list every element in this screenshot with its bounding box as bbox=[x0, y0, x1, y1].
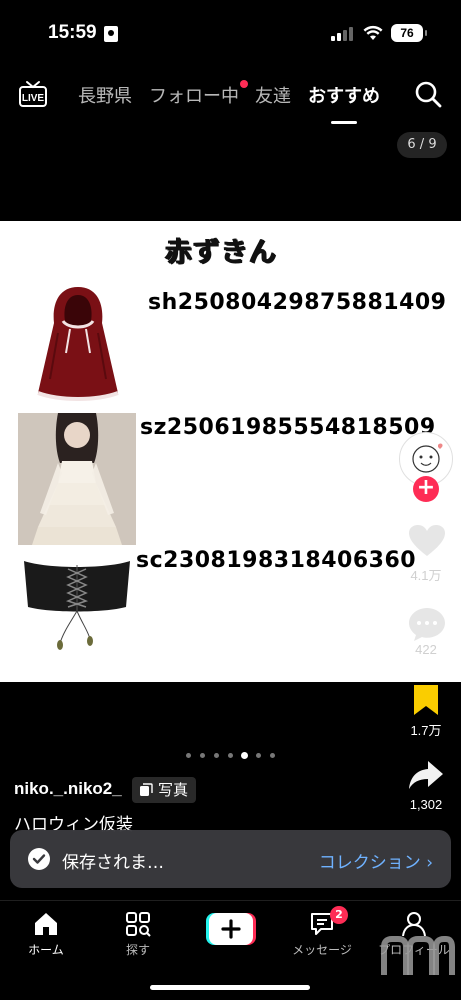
photo-counter: 6 / 9 bbox=[397, 132, 447, 158]
photo-stack-icon bbox=[140, 783, 153, 796]
home-icon bbox=[35, 913, 57, 935]
nav-inbox-label: メッセージ bbox=[292, 943, 352, 957]
following-new-dot bbox=[240, 80, 248, 88]
watermark-logo bbox=[381, 936, 455, 975]
pager-dot bbox=[200, 753, 205, 758]
like-icon[interactable] bbox=[408, 524, 446, 558]
cellular-signal-icon bbox=[331, 27, 353, 41]
svg-text:LIVE: LIVE bbox=[22, 93, 45, 104]
comment-count: 422 bbox=[415, 642, 437, 657]
top-nav: LIVE 長野県 フォロー中 友達 おすすめ bbox=[0, 72, 461, 124]
product-code-2: sz25061985554818509 bbox=[140, 415, 436, 440]
status-time: 15:59 bbox=[48, 22, 97, 43]
tab-local[interactable]: 長野県 bbox=[78, 82, 132, 108]
share-icon[interactable] bbox=[408, 760, 444, 790]
live-icon[interactable]: LIVE bbox=[18, 80, 48, 108]
product-code-3: sc23081983184063​60 bbox=[136, 548, 417, 573]
pager-dot bbox=[256, 753, 261, 758]
status-bar: 15:59 76 bbox=[0, 0, 461, 60]
share-count: 1,302 bbox=[409, 797, 443, 812]
like-count: 4.1万 bbox=[410, 568, 442, 583]
explore-grid-icon bbox=[126, 912, 151, 937]
product-code-1: sh25080429875881409 bbox=[148, 290, 447, 315]
pager-dot bbox=[186, 753, 191, 758]
white-dress-image bbox=[18, 413, 136, 545]
photo-badge-label: 写真 bbox=[158, 781, 189, 799]
nav-home-label: ホーム bbox=[28, 943, 64, 957]
home-indicator bbox=[150, 985, 310, 990]
corset-belt-image bbox=[24, 561, 130, 650]
follow-button[interactable]: + bbox=[413, 476, 439, 502]
bookmark-icon[interactable] bbox=[413, 684, 439, 716]
wifi-icon bbox=[363, 25, 383, 40]
chevron-right-icon: › bbox=[426, 853, 433, 873]
search-icon[interactable] bbox=[414, 80, 442, 108]
inbox-badge: 2 bbox=[330, 906, 348, 924]
pager-dot bbox=[228, 753, 233, 758]
tab-for-you[interactable]: おすすめ bbox=[308, 82, 380, 124]
creator-username[interactable]: niko._.niko2_ bbox=[14, 779, 122, 799]
nav-explore-label: 探す bbox=[125, 943, 150, 957]
create-plus-icon[interactable] bbox=[206, 913, 256, 945]
collection-link[interactable]: コレクション › bbox=[319, 848, 433, 873]
id-card-icon bbox=[104, 26, 118, 42]
pager-dot bbox=[214, 753, 219, 758]
pager-dot-active bbox=[241, 752, 248, 759]
comment-icon[interactable] bbox=[408, 606, 446, 642]
saved-toast: 保存されま… コレクション › bbox=[10, 830, 451, 888]
favorite-count: 1.7万 bbox=[410, 723, 442, 738]
battery-indicator: 76 bbox=[391, 24, 427, 42]
red-cape-image bbox=[37, 287, 119, 401]
check-circle-icon bbox=[28, 848, 50, 870]
photo-mode-badge: 写真 bbox=[132, 777, 197, 803]
pager-dot bbox=[270, 753, 275, 758]
toast-message: 保存されま… bbox=[62, 853, 164, 873]
tab-friends[interactable]: 友達 bbox=[255, 82, 291, 108]
photo-title: 赤ずきん bbox=[165, 237, 277, 268]
post-photo[interactable]: 赤ずきん sh25080429875881409 sz2506198555481… bbox=[0, 221, 461, 682]
collection-link-label: コレクション bbox=[318, 853, 421, 873]
tab-following[interactable]: フォロー中 bbox=[149, 82, 239, 108]
